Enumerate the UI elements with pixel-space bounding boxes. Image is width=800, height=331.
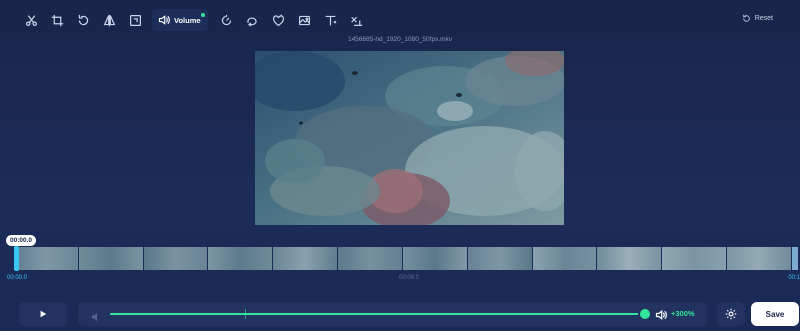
timeline-mid-label: 00:08.0 [399, 275, 420, 281]
speaker-loud-icon [655, 308, 667, 320]
flip-tool[interactable] [96, 9, 122, 31]
timeline-end-label: 00:1 [788, 275, 800, 281]
volume-baseline-tick [245, 309, 246, 319]
save-button[interactable]: Save [751, 302, 799, 326]
trim-end-handle[interactable] [792, 247, 798, 270]
loop-icon [247, 17, 257, 27]
active-indicator-dot [200, 13, 205, 17]
filmstrip-frame [467, 247, 532, 270]
crop-tool[interactable] [44, 9, 70, 31]
reset-icon [742, 14, 750, 22]
speed-icon [221, 14, 232, 25]
remove-tool[interactable] [344, 9, 370, 31]
reset-label: Reset [754, 15, 773, 22]
filter-icon [273, 13, 285, 26]
timeline-filmstrip[interactable] [14, 247, 792, 270]
filmstrip-frame [727, 247, 791, 270]
filmstrip-frame [662, 247, 727, 270]
filmstrip-frame [14, 247, 78, 270]
volume-tool[interactable]: Volume [152, 9, 208, 31]
frame-tool[interactable] [122, 9, 148, 31]
gear-icon [725, 308, 737, 320]
play-button[interactable] [19, 302, 67, 326]
video-preview [255, 51, 564, 225]
reset-button[interactable]: Reset [742, 14, 773, 23]
video-frame-image [255, 51, 564, 225]
volume-slider-fill [110, 313, 645, 315]
file-name: 1456685-hd_1920_1080_50fps.mkv [347, 36, 453, 43]
filmstrip-frame [273, 247, 338, 270]
filter-tool[interactable] [266, 9, 292, 31]
image-icon [299, 15, 311, 25]
text-icon [325, 15, 337, 25]
text-tool[interactable] [318, 9, 344, 31]
volume-panel: +300% [78, 302, 707, 326]
filmstrip-frame [338, 247, 402, 270]
filmstrip-frame [78, 247, 143, 270]
filmstrip-frame [208, 247, 273, 270]
cut-tool[interactable] [18, 9, 44, 31]
loop-tool[interactable] [240, 9, 266, 31]
volume-tool-label: Volume [174, 15, 201, 25]
frame-icon [129, 14, 141, 26]
current-time-bubble: 00:00.0 [6, 235, 37, 246]
remove-icon [351, 16, 363, 26]
volume-percent-label: +300% [671, 309, 695, 318]
playhead-handle[interactable] [14, 246, 19, 271]
editor-toolbar: Volume [18, 9, 370, 31]
speed-tool[interactable] [214, 9, 240, 31]
mute-icon[interactable] [91, 309, 101, 321]
speaker-icon [158, 15, 170, 25]
filmstrip-frame [143, 247, 208, 270]
play-icon [40, 310, 47, 318]
rotate-icon [78, 14, 88, 25]
scissors-icon [25, 14, 37, 26]
image-tool[interactable] [292, 9, 318, 31]
volume-slider-track[interactable] [110, 309, 650, 319]
volume-slider-knob[interactable] [639, 309, 650, 319]
filmstrip-frame [532, 247, 597, 270]
flip-icon [103, 14, 115, 26]
settings-button[interactable] [717, 302, 745, 326]
filmstrip-frame [597, 247, 662, 270]
rotate-tool[interactable] [70, 9, 96, 31]
crop-icon [51, 14, 63, 26]
timeline-start-label: 00:00.0 [7, 275, 28, 281]
filmstrip-frame [402, 247, 467, 270]
